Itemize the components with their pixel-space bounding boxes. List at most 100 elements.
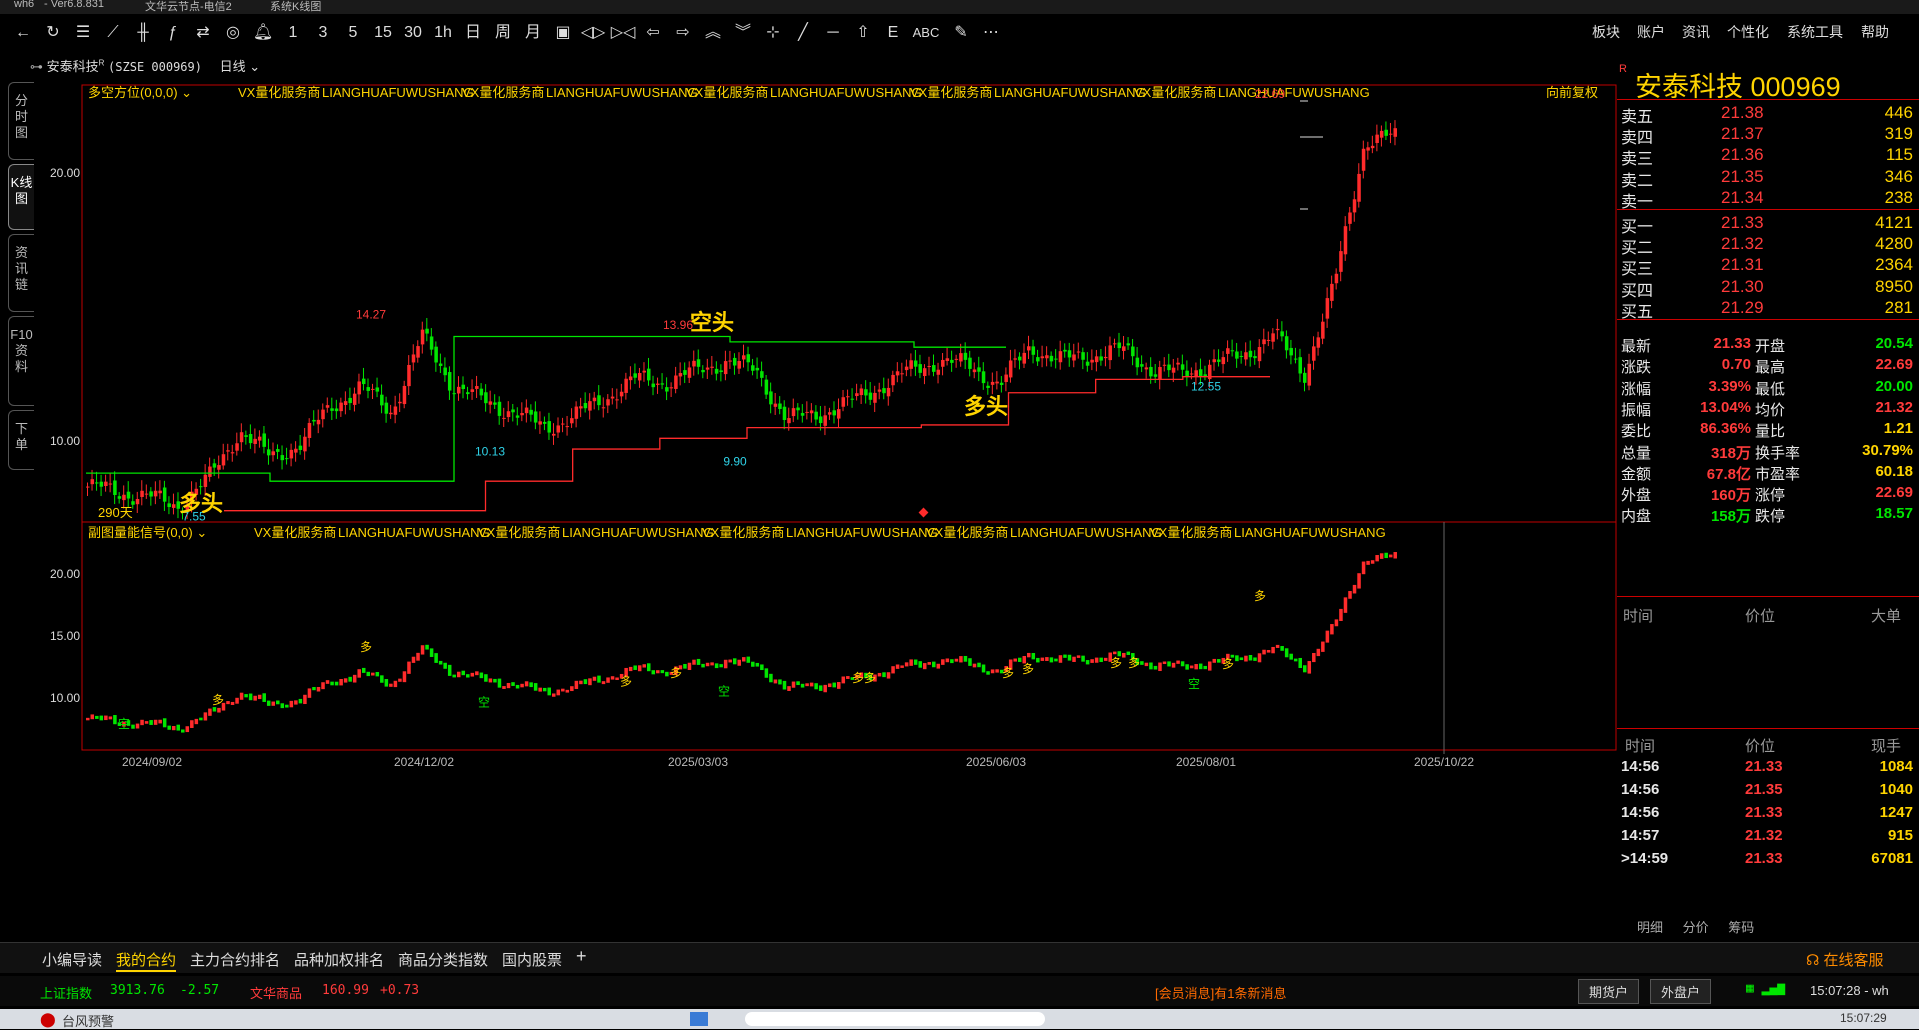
candle-body: [266, 449, 271, 456]
menu-system-tools[interactable]: 系统工具: [1787, 14, 1843, 51]
candle-body: [913, 360, 918, 367]
line-chart-icon[interactable]: ⟋: [98, 14, 128, 51]
add-tab-button[interactable]: +: [576, 946, 587, 967]
sub-candle: [312, 687, 316, 691]
sub-candle: [692, 659, 696, 665]
side-tab-kline[interactable]: K线图: [8, 164, 34, 230]
bid-price: 21.33: [1721, 213, 1764, 232]
tab-detail[interactable]: 明细: [1637, 920, 1663, 935]
period-1-button[interactable]: 1: [278, 14, 308, 51]
candle-icon[interactable]: ╫: [128, 14, 158, 51]
horizontal-line-icon[interactable]: ─: [818, 14, 848, 51]
back-arrow-icon[interactable]: ←: [8, 14, 38, 51]
period-week-button[interactable]: 周: [488, 14, 518, 51]
sub-candle: [895, 664, 900, 669]
side-tab-f10[interactable]: F10资料: [8, 316, 34, 406]
candle-body: [1117, 342, 1122, 349]
tick-time: 14:56: [1621, 804, 1660, 821]
ask-row[interactable]: 卖一 21.34 238: [1617, 186, 1919, 212]
tab-domestic-stocks[interactable]: 国内股票: [502, 949, 562, 970]
sub-candle: [190, 720, 194, 728]
period-5-button[interactable]: 5: [338, 14, 368, 51]
tab-category-index[interactable]: 商品分类指数: [398, 949, 488, 970]
menu-news[interactable]: 资讯: [1682, 14, 1710, 51]
candle-body: [660, 383, 665, 385]
side-tab-order[interactable]: 下单: [8, 410, 34, 470]
sub-candle: [968, 658, 972, 666]
side-tab-news-chain[interactable]: 资讯链: [8, 234, 34, 312]
compass-icon[interactable]: ◎: [218, 14, 248, 51]
down-chevron-icon[interactable]: ︾: [728, 14, 758, 51]
more-icon[interactable]: ⋯: [976, 14, 1006, 51]
sub-candle: [1388, 554, 1393, 558]
sub-candle: [705, 662, 710, 667]
right-arrow-icon[interactable]: ⇨: [668, 14, 698, 51]
stock-name: 安泰科技: [46, 59, 99, 74]
member-message[interactable]: [会员消息]有1条新消息: [1155, 983, 1286, 1002]
menu-help[interactable]: 帮助: [1861, 14, 1889, 51]
tab-weighted-rank[interactable]: 品种加权排名: [294, 949, 384, 970]
home-icon[interactable]: ⇧: [848, 14, 878, 51]
customer-service-button[interactable]: ☊ 在线客服: [1806, 949, 1884, 970]
quote-panel: R 安泰科技 000969 卖五 21.38 446 卖四 21.37 319 …: [1617, 63, 1919, 935]
taskbar-search[interactable]: [745, 1012, 1045, 1026]
menu-account[interactable]: 账户: [1637, 14, 1665, 51]
refresh-icon[interactable]: ↻: [38, 14, 68, 51]
bid-row[interactable]: 买五 21.29 281: [1617, 296, 1919, 322]
zoom-in-icon[interactable]: ◁▷: [578, 14, 608, 51]
period-day-button[interactable]: 日: [458, 14, 488, 51]
period-3-button[interactable]: 3: [308, 14, 338, 51]
bell-icon[interactable]: 🔔︎: [248, 14, 278, 51]
ask-price: 21.38: [1721, 103, 1764, 122]
candle-body: [1271, 333, 1275, 342]
candle-body: [1325, 298, 1330, 319]
tab-main-contracts[interactable]: 主力合约排名: [190, 949, 280, 970]
candle-body: [1094, 356, 1099, 363]
futures-account-button[interactable]: 期货户: [1578, 979, 1640, 1004]
weather-notice[interactable]: 台风预警: [62, 1011, 114, 1030]
formula-icon[interactable]: ƒ: [158, 14, 188, 51]
sub-candle: [524, 681, 529, 687]
sub-candle: [380, 675, 384, 683]
foreign-account-button[interactable]: 外盘户: [1650, 979, 1712, 1004]
up-chevron-icon[interactable]: ︽: [698, 14, 728, 51]
candle-body: [755, 367, 760, 371]
zoom-out-icon[interactable]: ▷◁: [608, 14, 638, 51]
side-tab-timeshare[interactable]: 分时图: [8, 82, 34, 160]
link-icon[interactable]: ⊶: [30, 59, 47, 74]
left-arrow-icon[interactable]: ⇦: [638, 14, 668, 51]
crosshair-icon[interactable]: ⊹: [758, 14, 788, 51]
period-30-button[interactable]: 30: [398, 14, 428, 51]
candle-body: [1131, 346, 1135, 357]
swap-icon[interactable]: ⇄: [188, 14, 218, 51]
candle-body: [316, 419, 321, 425]
period-selector[interactable]: 日线 ⌄: [220, 59, 261, 74]
tab-price-dist[interactable]: 分价: [1683, 920, 1709, 935]
tab-editor-guide[interactable]: 小编导读: [42, 949, 102, 970]
sub-candle: [271, 701, 276, 706]
eraser-icon[interactable]: ✎: [946, 14, 976, 51]
draw-line-icon[interactable]: ╱: [788, 14, 818, 51]
period-15-button[interactable]: 15: [368, 14, 398, 51]
tab-chips[interactable]: 筹码: [1728, 920, 1754, 935]
candle-body: [407, 364, 411, 387]
stat-label: 量比: [1755, 423, 1786, 441]
kline-chart[interactable]: 20.00 10.00 20.00 15.00 10.00 多空方位(0,0,0) ⌄ VX…: [38, 82, 1617, 938]
period-month-button[interactable]: 月: [518, 14, 548, 51]
sub-candle: [1198, 663, 1203, 670]
period-1h-button[interactable]: 1h: [428, 14, 458, 51]
abc-text-button[interactable]: ABC: [908, 14, 944, 51]
candle-body: [1027, 346, 1031, 351]
custom-period-icon[interactable]: ▣: [548, 14, 578, 51]
app-version: - Ver6.8.831: [44, 0, 104, 10]
sub-candle: [796, 681, 800, 686]
ask-price: 21.37: [1721, 124, 1764, 144]
menu-personalize[interactable]: 个性化: [1727, 14, 1769, 51]
candle-body: [393, 406, 398, 415]
list-icon[interactable]: ☰: [68, 14, 98, 51]
text-e-icon[interactable]: Ε: [878, 14, 908, 51]
tab-my-contracts[interactable]: 我的合约: [116, 949, 177, 972]
candle-body: [809, 410, 814, 414]
menu-sectors[interactable]: 板块: [1592, 14, 1620, 51]
start-icon[interactable]: [690, 1012, 708, 1026]
